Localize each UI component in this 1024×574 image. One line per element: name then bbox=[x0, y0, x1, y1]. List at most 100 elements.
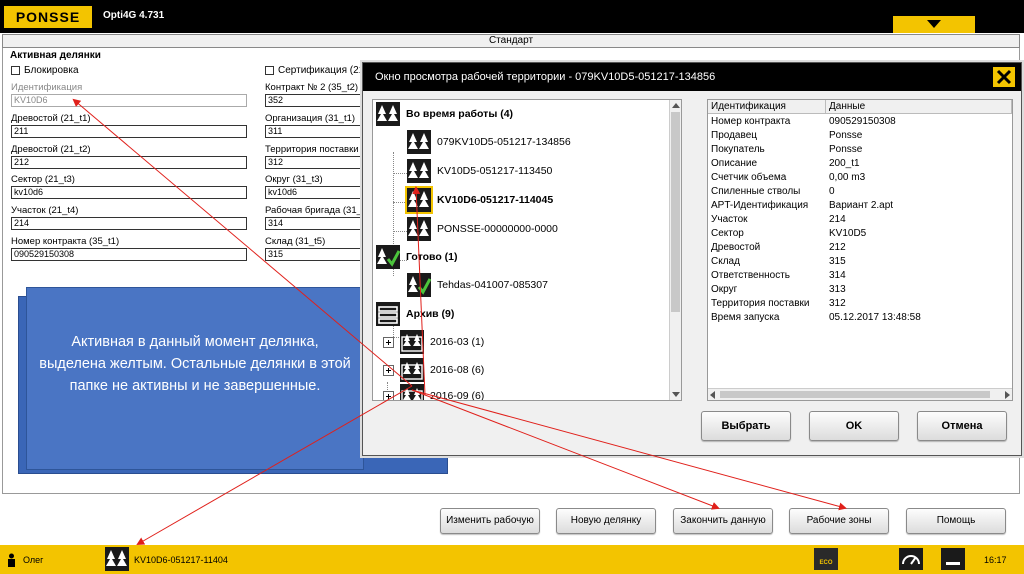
scroll-right-icon[interactable] bbox=[1005, 391, 1010, 399]
table-row: APT-Идентификация Вариант 2.apt bbox=[708, 199, 1012, 213]
field-label-sector: Сектор (21_t3) bbox=[11, 174, 75, 185]
minimize-icon[interactable] bbox=[941, 548, 965, 570]
row-value: 313 bbox=[829, 284, 846, 295]
work-crew-field[interactable]: 314 bbox=[265, 217, 365, 230]
certification-checkbox[interactable]: Сертификация (21_ bbox=[265, 65, 370, 76]
warehouse-field[interactable]: 315 bbox=[265, 248, 365, 261]
row-name: Ответственность bbox=[711, 270, 790, 281]
field-label-organization: Организация (31_t1) bbox=[265, 113, 356, 124]
row-name: Округ bbox=[711, 284, 738, 295]
plot-field[interactable]: 214 bbox=[11, 217, 247, 230]
table-row: Склад 315 bbox=[708, 255, 1012, 269]
tree-scrollbar[interactable] bbox=[669, 100, 681, 400]
tree-item-archive[interactable]: 2016-08 (6) bbox=[383, 358, 484, 382]
menu-dropdown-tab[interactable] bbox=[893, 16, 975, 33]
cancel-button[interactable]: Отмена bbox=[917, 411, 1007, 441]
eco-mode-icon[interactable]: ECO bbox=[814, 548, 838, 570]
scrollbar-thumb[interactable] bbox=[671, 112, 680, 312]
scroll-down-icon[interactable] bbox=[672, 392, 680, 397]
stand-1-field[interactable]: 211 bbox=[11, 125, 247, 138]
help-button[interactable]: Помощь bbox=[906, 508, 1006, 534]
row-name: Сектор bbox=[711, 228, 744, 239]
tree-item[interactable]: PONSSE-00000000-0000 bbox=[407, 217, 558, 241]
row-value: 212 bbox=[829, 242, 846, 253]
properties-hscrollbar[interactable] bbox=[708, 388, 1012, 400]
work-zones-button[interactable]: Рабочие зоны bbox=[789, 508, 889, 534]
row-value: Вариант 2.apt bbox=[829, 200, 894, 211]
user-icon bbox=[8, 553, 15, 567]
stand-2-field[interactable]: 212 bbox=[11, 156, 247, 169]
tree-group-done-label: Готово (1) bbox=[406, 251, 458, 263]
tree-item-archive[interactable]: 2016-03 (1) bbox=[383, 330, 484, 354]
tree-item-active[interactable]: KV10D6-051217-114045 bbox=[405, 186, 553, 214]
row-value: 214 bbox=[829, 214, 846, 225]
lock-checkbox[interactable]: Блокировка bbox=[11, 65, 79, 76]
tree-group-archive[interactable]: Архив (9) bbox=[376, 302, 454, 326]
tree-group-working-label: Во время работы (4) bbox=[406, 108, 514, 120]
properties-table: Идентификация Данные Номер контракта 0905… bbox=[707, 99, 1013, 401]
delivery-territory-field[interactable]: 312 bbox=[265, 156, 365, 169]
active-site-label: KV10D6-051217-11404 bbox=[134, 555, 228, 565]
forest-done-icon bbox=[407, 273, 431, 297]
checkbox-box[interactable] bbox=[265, 66, 274, 75]
scroll-up-icon[interactable] bbox=[672, 103, 680, 108]
archive-folder-icon bbox=[376, 302, 400, 326]
tree-group-done[interactable]: Готово (1) bbox=[376, 245, 457, 269]
table-row: Округ 313 bbox=[708, 283, 1012, 297]
field-label-contract-number: Номер контракта (35_t1) bbox=[11, 236, 120, 247]
organization-field[interactable]: 311 bbox=[265, 125, 365, 138]
row-value: 0,00 m3 bbox=[829, 172, 866, 183]
tree-item-label: 2016-08 (6) bbox=[430, 364, 485, 376]
select-button[interactable]: Выбрать bbox=[701, 411, 791, 441]
table-row: Ответственность 314 bbox=[708, 269, 1012, 283]
finish-current-button[interactable]: Закончить данную bbox=[673, 508, 773, 534]
table-row: Спиленные стволы 0 bbox=[708, 185, 1012, 199]
scrollbar-thumb[interactable] bbox=[720, 391, 990, 398]
change-working-button[interactable]: Изменить рабочую bbox=[440, 508, 540, 534]
tree-item-label: PONSSE-00000000-0000 bbox=[437, 223, 558, 235]
tree-item[interactable]: Tehdas-041007-085307 bbox=[407, 273, 548, 297]
row-name: Продавец bbox=[711, 130, 757, 141]
column-header-value[interactable]: Данные bbox=[826, 100, 1012, 113]
clock: 16:17 bbox=[984, 555, 1007, 565]
district-field[interactable]: kv10d6 bbox=[265, 186, 365, 199]
row-value: Ponsse bbox=[829, 144, 863, 155]
row-value: 200_t1 bbox=[829, 158, 860, 169]
row-name: Счетчик объема bbox=[711, 172, 787, 183]
tree-item-archive[interactable]: 2016-09 (6) bbox=[383, 384, 484, 400]
contract-number-field[interactable]: 090529150308 bbox=[11, 248, 247, 261]
row-name: Номер контракта bbox=[711, 116, 791, 127]
tree-item[interactable]: KV10D5-051217-113450 bbox=[407, 159, 552, 183]
territory-tree[interactable]: Во время работы (4) 079KV10D5-051217-134… bbox=[372, 99, 682, 401]
table-row: Время запуска 05.12.2017 13:48:58 bbox=[708, 311, 1012, 325]
new-site-button[interactable]: Новую делянку bbox=[556, 508, 656, 534]
row-name: Склад bbox=[711, 256, 740, 267]
table-row: Покупатель Ponsse bbox=[708, 143, 1012, 157]
contract-2-field[interactable]: 352 bbox=[265, 94, 365, 107]
sector-field[interactable]: kv10d6 bbox=[11, 186, 247, 199]
expand-icon[interactable] bbox=[383, 336, 394, 348]
table-row: Сектор KV10D5 bbox=[708, 227, 1012, 241]
gauge-icon[interactable] bbox=[899, 548, 923, 570]
row-name: Территория поставки bbox=[711, 298, 810, 309]
tree-group-archive-label: Архив (9) bbox=[406, 308, 455, 320]
chevron-down-icon bbox=[927, 20, 941, 28]
field-label-stand-2: Древостой (21_t2) bbox=[11, 144, 91, 155]
scroll-left-icon[interactable] bbox=[710, 391, 715, 399]
forest-folder-icon bbox=[400, 384, 424, 400]
tree-item[interactable]: 079KV10D5-051217-134856 bbox=[407, 130, 571, 154]
checkbox-box[interactable] bbox=[11, 66, 20, 75]
identification-field[interactable]: KV10D6 bbox=[11, 94, 247, 107]
forest-icon[interactable] bbox=[105, 547, 129, 571]
row-name: Описание bbox=[711, 158, 758, 169]
panel-header: Стандарт bbox=[2, 34, 1020, 48]
tree-group-working[interactable]: Во время работы (4) bbox=[376, 102, 513, 126]
annotation-callout: Активная в данный момент делянка, выделе… bbox=[26, 287, 364, 470]
column-header-name[interactable]: Идентификация bbox=[708, 100, 826, 113]
expand-icon[interactable] bbox=[383, 390, 394, 400]
expand-icon[interactable] bbox=[383, 364, 394, 376]
section-title: Активная делянки bbox=[10, 50, 101, 61]
close-button[interactable] bbox=[993, 67, 1015, 87]
close-icon bbox=[996, 69, 1012, 85]
ok-button[interactable]: OK bbox=[809, 411, 899, 441]
